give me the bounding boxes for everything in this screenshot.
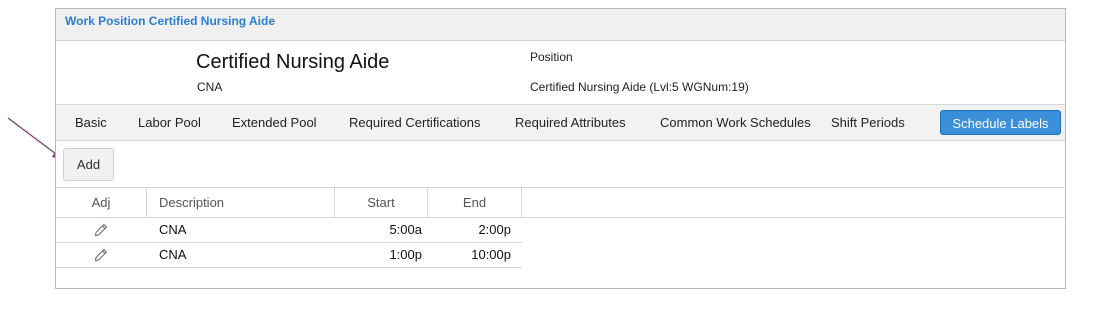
grid-body: CNA 5:00a 2:00p CNA 1:00p 10:00p <box>56 218 1065 268</box>
position-detail: Certified Nursing Aide (Lvl:5 WGNum:19) <box>530 80 749 94</box>
column-header-adj[interactable]: Adj <box>56 188 147 217</box>
tab-required-certifications[interactable]: Required Certifications <box>349 110 481 135</box>
grid-toolbar: Add <box>56 141 1065 187</box>
tab-basic[interactable]: Basic <box>75 110 107 135</box>
pencil-icon[interactable] <box>94 248 108 262</box>
row-description: CNA <box>159 222 187 237</box>
position-type-label: Position <box>530 50 573 64</box>
work-position-panel: Work Position Certified Nursing Aide Cer… <box>55 8 1066 289</box>
row-end: 10:00p <box>471 247 511 262</box>
panel-title: Work Position Certified Nursing Aide <box>56 9 1065 41</box>
tab-shift-periods[interactable]: Shift Periods <box>831 110 905 135</box>
row-description: CNA <box>159 247 187 262</box>
tab-bar: Basic Labor Pool Extended Pool Required … <box>56 104 1065 141</box>
tab-required-attributes[interactable]: Required Attributes <box>515 110 626 135</box>
position-name: Certified Nursing Aide <box>196 51 390 73</box>
column-header-start[interactable]: Start <box>335 188 428 217</box>
tab-schedule-labels[interactable]: Schedule Labels <box>940 110 1061 135</box>
row-end: 2:00p <box>478 222 511 237</box>
column-header-description[interactable]: Description <box>147 188 335 217</box>
tab-extended-pool[interactable]: Extended Pool <box>232 110 317 135</box>
position-info: Certified Nursing Aide CNA Position Cert… <box>56 41 1065 103</box>
tab-labor-pool[interactable]: Labor Pool <box>138 110 201 135</box>
add-button[interactable]: Add <box>63 148 114 181</box>
pencil-icon[interactable] <box>94 223 108 237</box>
column-header-end[interactable]: End <box>428 188 522 217</box>
table-row[interactable]: CNA 5:00a 2:00p <box>56 218 522 243</box>
schedule-labels-grid: Adj Description Start End CNA 5:00a 2:00… <box>56 187 1065 268</box>
row-start: 1:00p <box>389 247 422 262</box>
row-start: 5:00a <box>389 222 422 237</box>
position-code: CNA <box>197 80 223 94</box>
tab-common-work-schedules[interactable]: Common Work Schedules <box>660 110 811 135</box>
table-row[interactable]: CNA 1:00p 10:00p <box>56 243 522 268</box>
grid-header-row: Adj Description Start End <box>56 187 1065 218</box>
